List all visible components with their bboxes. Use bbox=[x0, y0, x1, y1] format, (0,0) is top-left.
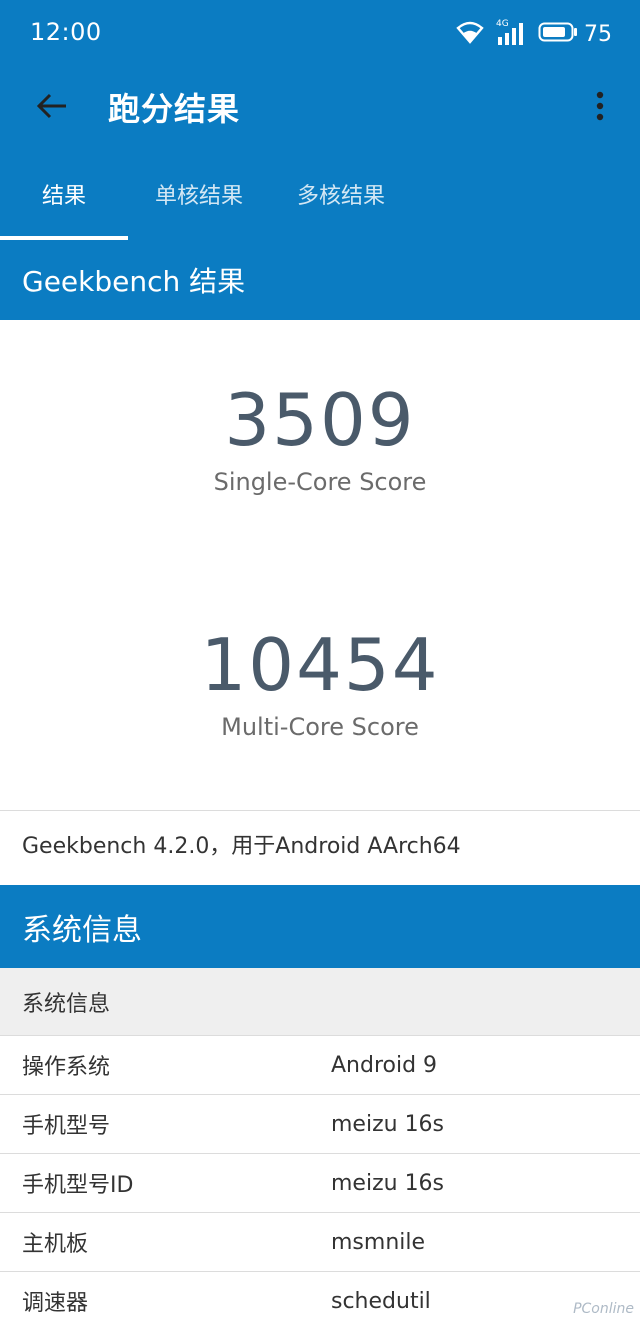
tab-results[interactable]: 结果 bbox=[0, 148, 128, 240]
info-key: 手机型号 bbox=[22, 1114, 111, 1139]
network-type-label: 4G bbox=[496, 19, 509, 29]
app-bar: 跑分结果 bbox=[0, 68, 640, 148]
version-info: Geekbench 4.2.0，用于Android AArch64 bbox=[22, 834, 461, 859]
multi-core-score: 10454 bbox=[200, 623, 440, 707]
info-value: meizu 16s bbox=[331, 1170, 445, 1196]
tab-label: 单核结果 bbox=[154, 184, 243, 209]
system-info-section-title: 系统信息 bbox=[22, 912, 142, 948]
info-value: schedutil bbox=[331, 1288, 431, 1314]
back-button[interactable] bbox=[30, 86, 74, 130]
multi-core-label: Multi-Core Score bbox=[221, 713, 419, 741]
tab-label: 多核结果 bbox=[296, 184, 385, 209]
tab-bar: 结果 单核结果 多核结果 bbox=[0, 148, 640, 240]
system-info-subheader-label: 系统信息 bbox=[22, 991, 111, 1017]
info-row-model-id: 手机型号ID meizu 16s bbox=[0, 1154, 640, 1213]
results-section-title: Geekbench 结果 bbox=[22, 265, 246, 298]
info-row-os: 操作系统 Android 9 bbox=[0, 1036, 640, 1095]
info-key: 操作系统 bbox=[22, 1055, 111, 1080]
tab-single-core-results[interactable]: 单核结果 bbox=[128, 148, 270, 240]
single-core-score-block: 3509 Single-Core Score bbox=[0, 380, 640, 496]
info-row-model: 手机型号 meizu 16s bbox=[0, 1095, 640, 1154]
system-info-section-header: 系统信息 bbox=[0, 885, 640, 968]
wifi-icon bbox=[456, 20, 484, 48]
tab-label: 结果 bbox=[41, 184, 86, 209]
status-time: 12:00 bbox=[30, 18, 102, 46]
info-key: 主机板 bbox=[22, 1232, 89, 1257]
divider bbox=[0, 810, 640, 811]
info-row-governor: 调速器 schedutil bbox=[0, 1272, 640, 1331]
results-section-header: Geekbench 结果 bbox=[0, 240, 640, 320]
more-vertical-icon bbox=[595, 90, 605, 126]
status-bar: 12:00 4G 75 bbox=[0, 0, 640, 68]
info-value: Android 9 bbox=[331, 1052, 438, 1078]
page-title: 跑分结果 bbox=[108, 90, 241, 128]
overflow-menu-button[interactable] bbox=[582, 86, 618, 130]
info-row-motherboard: 主机板 msmnile bbox=[0, 1213, 640, 1272]
battery-level: 75 bbox=[584, 21, 612, 47]
status-icons: 4G 75 bbox=[444, 18, 612, 50]
cellular-signal-icon: 4G bbox=[496, 19, 526, 47]
tab-multi-core-results[interactable]: 多核结果 bbox=[270, 148, 412, 240]
single-core-label: Single-Core Score bbox=[213, 468, 427, 496]
battery-indicator: 75 bbox=[538, 22, 612, 47]
info-value: msmnile bbox=[331, 1229, 426, 1255]
info-value: meizu 16s bbox=[331, 1111, 445, 1137]
multi-core-score-block: 10454 Multi-Core Score bbox=[0, 625, 640, 741]
system-info-subheader: 系统信息 bbox=[0, 968, 640, 1036]
battery-icon bbox=[538, 22, 578, 46]
watermark: PConline bbox=[573, 1301, 634, 1317]
info-key: 手机型号ID bbox=[22, 1173, 134, 1198]
info-key: 调速器 bbox=[22, 1291, 89, 1316]
single-core-score: 3509 bbox=[224, 378, 416, 462]
arrow-left-icon bbox=[36, 92, 68, 124]
